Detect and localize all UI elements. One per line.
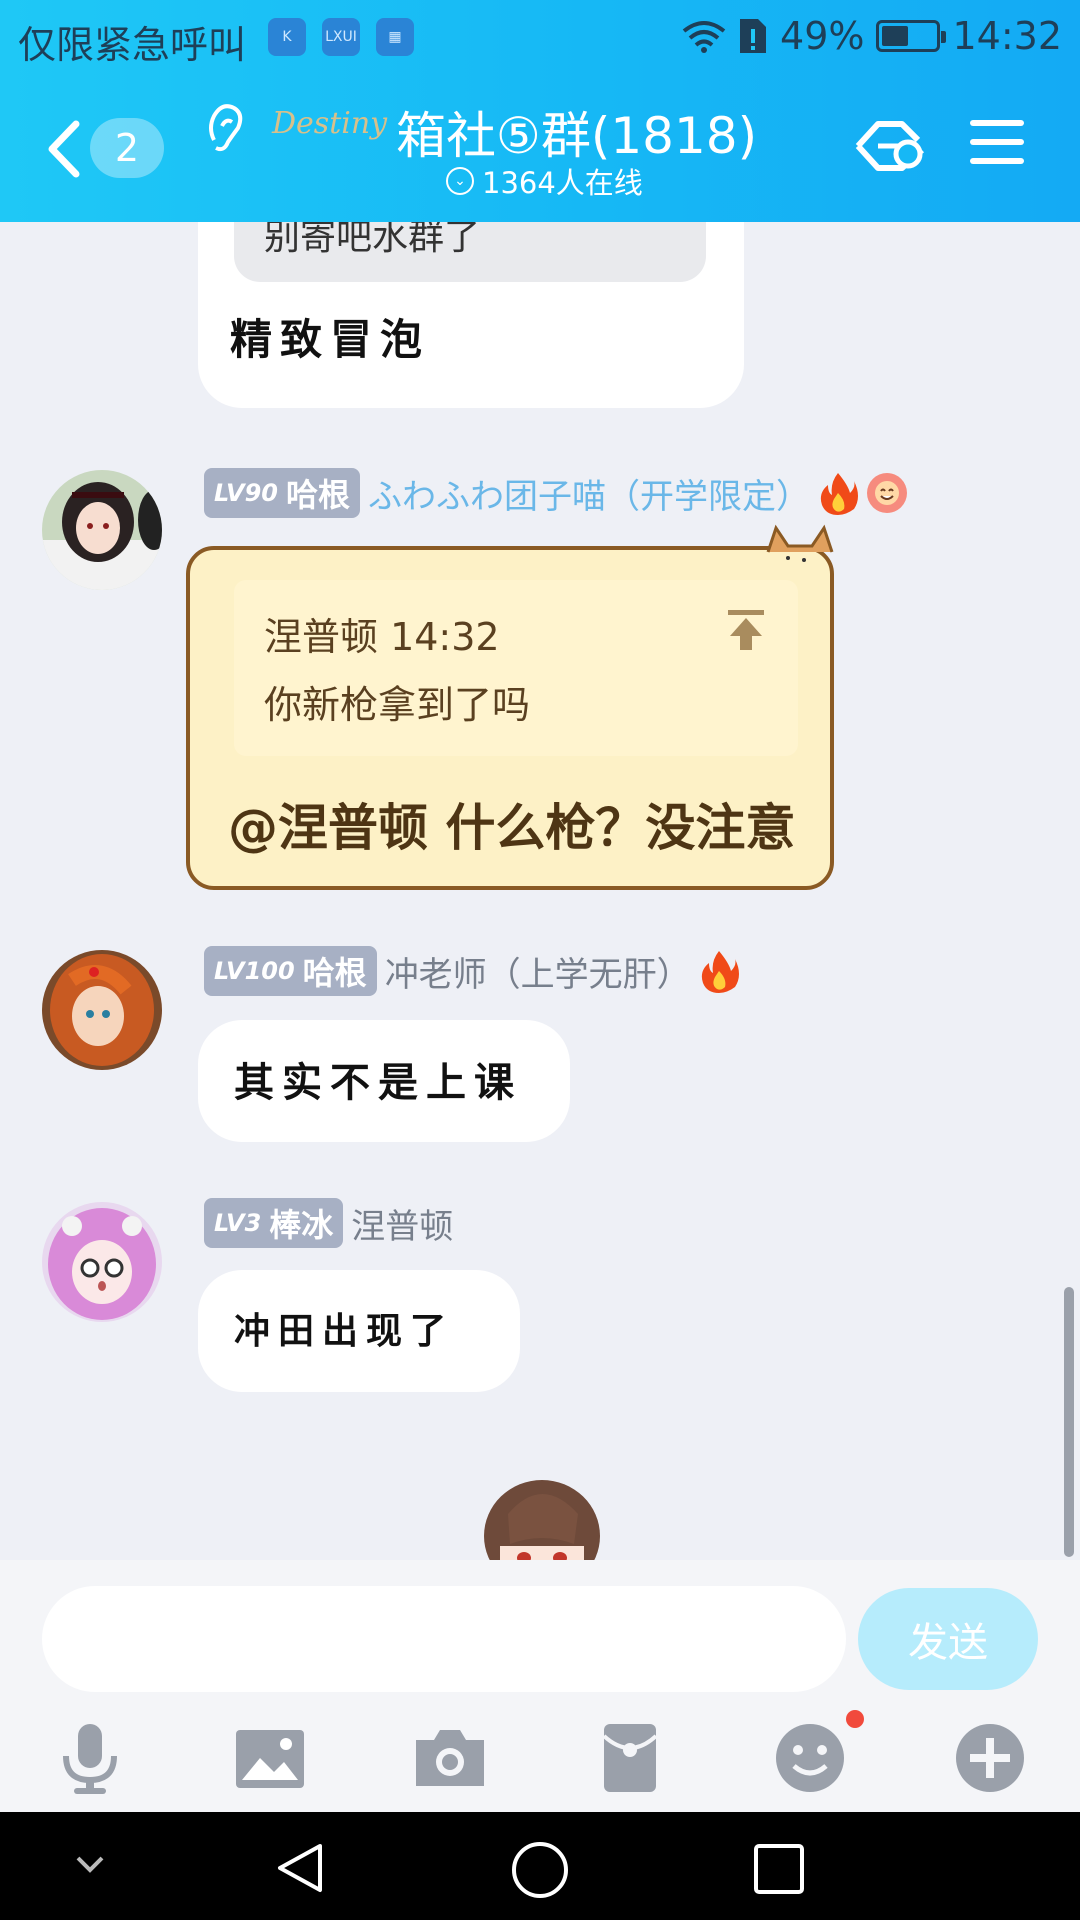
- recents-square-icon[interactable]: [752, 1842, 806, 1896]
- jump-to-original-icon[interactable]: [726, 608, 766, 652]
- gallery-icon: ▦: [376, 18, 414, 56]
- level-badge: LV100 哈根: [204, 946, 377, 996]
- quoted-message: 别寄吧水群了: [234, 222, 706, 282]
- sender-nickname[interactable]: ふわふわ团子喵（开学限定）: [368, 469, 810, 518]
- system-nav-bar: [0, 1812, 1080, 1920]
- red-packet-icon[interactable]: [592, 1720, 668, 1796]
- sim-alert-icon: [740, 19, 767, 53]
- fire-icon: [820, 473, 858, 515]
- avatar[interactable]: [42, 470, 162, 590]
- lxui-app-icon: LXUI: [322, 18, 360, 56]
- top-bar: 仅限紧急呼叫 K LXUI ▦ 49% 14:32 2 Destiny 箱社⑤群…: [0, 0, 1080, 222]
- sender-info: LV90 哈根 ふわふわ团子喵（开学限定）: [204, 468, 908, 518]
- chat-messages[interactable]: 别寄吧水群了 精致冒泡 LV90 哈根 ふわふわ团子喵（开学限定） 涅普顿 14…: [0, 222, 1080, 1560]
- level-badge: LV3 棒冰: [204, 1198, 344, 1248]
- carrier-text: 仅限紧急呼叫: [18, 23, 247, 67]
- happy-face-icon: [866, 473, 907, 513]
- status-bar: 仅限紧急呼叫 K LXUI ▦ 49% 14:32: [0, 0, 1080, 76]
- unread-count-badge[interactable]: 2: [90, 118, 164, 178]
- battery-percent: 49%: [780, 14, 865, 58]
- chat-header: 2 Destiny 箱社⑤群(1818) ⌄ 1364人在线: [0, 76, 1080, 222]
- wifi-icon: [682, 21, 726, 53]
- message-text: 精致冒泡: [230, 315, 431, 364]
- notification-dot: [846, 1710, 864, 1728]
- sender-info: LV3 棒冰 涅普顿: [204, 1198, 453, 1248]
- chevron-down-icon[interactable]: [72, 1852, 108, 1876]
- message-text: 冲田出现了: [234, 1311, 455, 1352]
- message-text: @涅普顿 什么枪？没注意: [228, 799, 796, 857]
- message-input[interactable]: [42, 1586, 846, 1692]
- group-logo: Destiny: [272, 106, 388, 141]
- clock: 14:32: [952, 14, 1062, 58]
- input-bar: 发送: [0, 1560, 1080, 1812]
- camera-icon[interactable]: [412, 1720, 488, 1796]
- share-icon[interactable]: [852, 114, 928, 180]
- sender-info: LV100 哈根 冲老师（上学无肝）: [204, 946, 739, 996]
- level-badge: LV90 哈根: [204, 468, 360, 518]
- home-circle-icon[interactable]: [510, 1840, 570, 1900]
- avatar[interactable]: [42, 950, 162, 1070]
- sender-nickname[interactable]: 冲老师（上学无肝）: [385, 947, 691, 996]
- image-icon[interactable]: [232, 1720, 308, 1796]
- plus-icon[interactable]: [952, 1720, 1028, 1796]
- scrollbar[interactable]: [1064, 1287, 1074, 1557]
- online-count-text: 1364人在线: [482, 166, 643, 200]
- back-triangle-icon[interactable]: [272, 1840, 328, 1896]
- group-title[interactable]: 箱社⑤群(1818): [396, 96, 757, 168]
- fire-icon: [701, 951, 739, 993]
- status-right: 49% 14:32: [682, 14, 1062, 58]
- kuaishou-app-icon: K: [268, 18, 306, 56]
- chevron-down-circle-icon: ⌄: [446, 167, 474, 195]
- message-text: 其实不是上课: [234, 1060, 522, 1106]
- cat-ears-decoration: [766, 524, 834, 562]
- microphone-icon[interactable]: [52, 1720, 128, 1796]
- avatar[interactable]: [42, 1202, 162, 1322]
- emoji-icon[interactable]: [772, 1720, 848, 1796]
- sender-nickname[interactable]: 涅普顿: [351, 1199, 453, 1248]
- back-arrow-icon[interactable]: [40, 114, 90, 184]
- ear-icon[interactable]: [204, 100, 246, 156]
- online-count[interactable]: ⌄ 1364人在线: [446, 160, 643, 202]
- battery-icon: [876, 20, 947, 52]
- reply-quoted-text: 你新枪拿到了吗: [264, 683, 531, 727]
- notification-icons: K LXUI ▦: [268, 18, 414, 56]
- reply-sender-time: 涅普顿 14:32: [264, 615, 500, 659]
- send-button[interactable]: 发送: [858, 1588, 1038, 1690]
- menu-icon[interactable]: [970, 120, 1024, 170]
